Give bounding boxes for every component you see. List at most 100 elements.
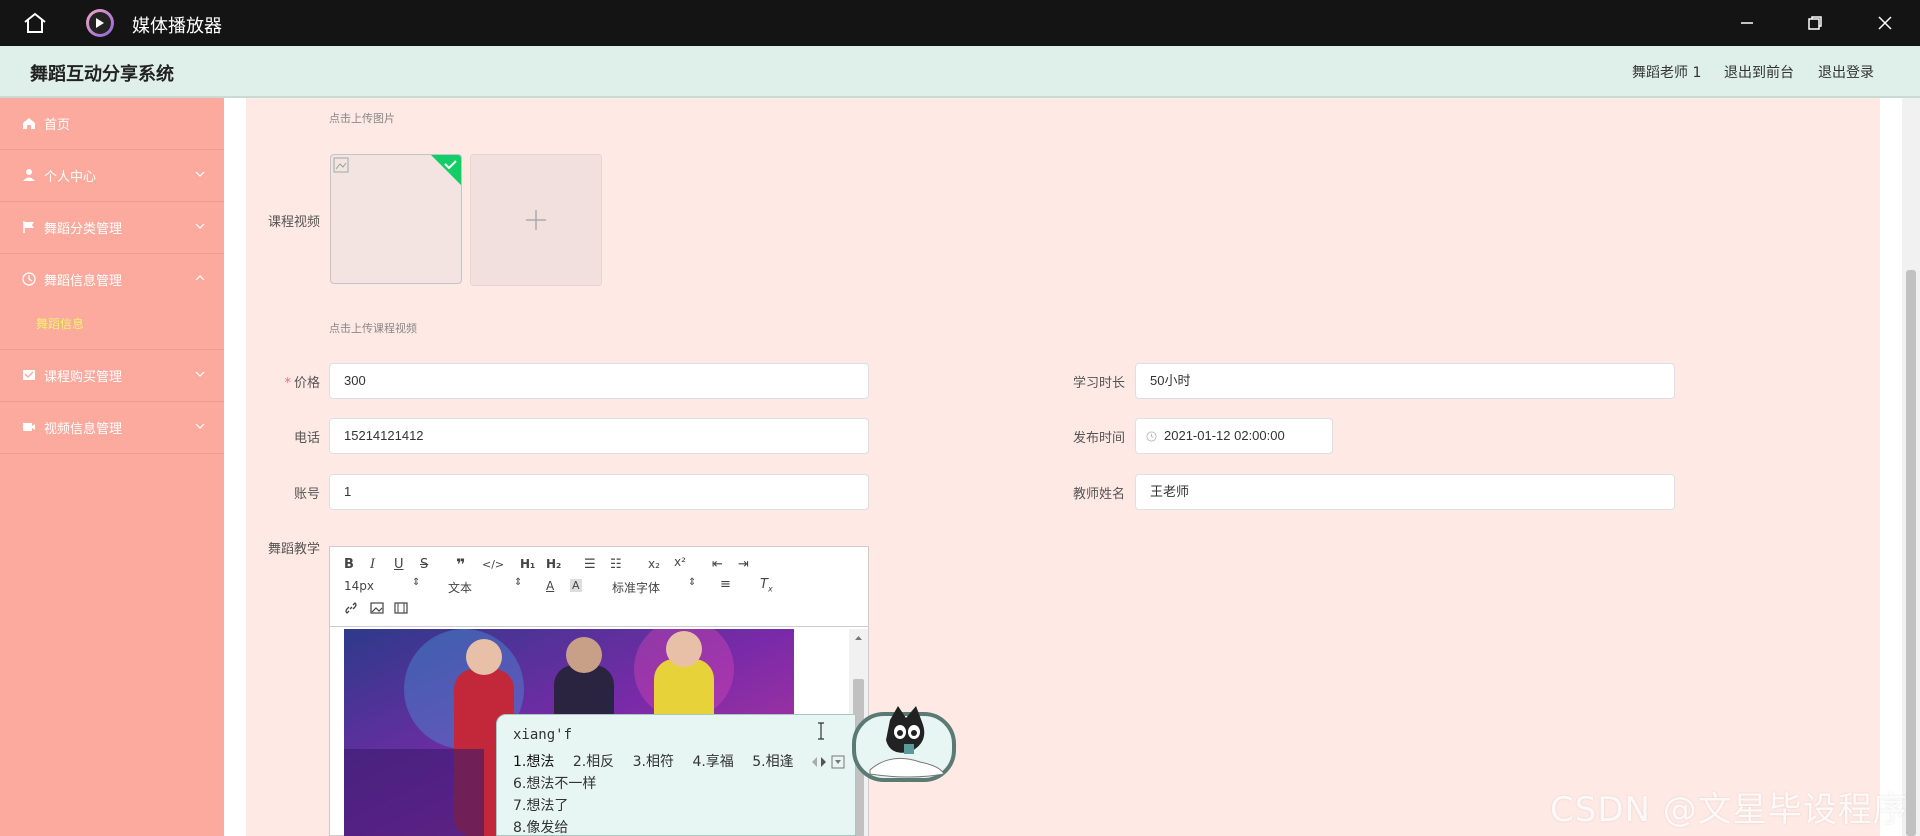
chevron-down-icon [195,171,205,177]
strike-button[interactable]: S [420,557,428,572]
minimize-button[interactable] [1734,10,1760,36]
select-arrows-icon: ⇕ [412,577,421,588]
font-size-select[interactable]: 14px [344,579,374,593]
plus-icon [526,210,546,230]
ime-candidate[interactable]: 2.相反 [573,751,614,771]
sidebar-item-dance-info[interactable]: 舞蹈信息管理 舞蹈信息 [0,254,224,350]
user-name-link[interactable]: 舞蹈老师 1 [1632,62,1701,82]
ordered-list-button[interactable]: ☰ [584,557,596,572]
account-label: 账号 [293,487,320,502]
clock-icon [1146,431,1157,442]
page-scrollbar-thumb[interactable] [1906,270,1916,836]
sidebar-item-home[interactable]: 首页 [0,98,224,150]
sidebar-subitem-dance-info[interactable]: 舞蹈信息 [36,315,84,332]
flag-icon [23,221,34,233]
sidebar-item-dance-category[interactable]: 舞蹈分类管理 [0,202,224,254]
indent-button[interactable]: ⇥ [738,557,749,572]
watermark: CSDN @文星毕设程序 [1550,790,1908,830]
window-titlebar: 媒体播放器 [0,0,1920,46]
font-family-select[interactable]: 标准字体 [612,579,660,596]
block-type-select[interactable]: 文本 [448,579,472,596]
price-label: * 价格 [284,376,320,391]
text-cursor-icon [818,722,824,740]
chevron-up-icon [195,275,205,281]
heading2-button[interactable]: H₂ [546,557,561,571]
sidebar-item-label: 视频信息管理 [44,422,123,437]
blockquote-button[interactable]: ❞ [456,555,465,574]
select-arrows-icon: ⇕ [514,577,523,588]
success-check-icon [431,155,461,185]
close-icon [1878,16,1892,30]
uploaded-video-thumbnail[interactable] [330,154,462,284]
sidebar: 首页 个人中心 舞蹈分类管理 舞蹈信息管理 舞蹈信息 课程购买管理 视频信息管理 [0,98,224,836]
back-to-front-link[interactable]: 退出到前台 [1724,62,1794,82]
ime-candidate[interactable]: 5.相逢 [752,751,793,771]
media-player-logo-icon [86,9,114,37]
underline-button[interactable]: U [394,557,404,572]
sidebar-item-label: 首页 [44,118,71,133]
course-video-label: 课程视频 [267,215,320,230]
upload-image-hint: 点击上传图片 [329,112,395,125]
select-arrows-icon: ⇕ [688,577,697,588]
ime-page-arrows-icon[interactable] [811,755,847,769]
sidebar-item-video-info[interactable]: 视频信息管理 [0,402,224,454]
superscript-button[interactable]: x² [674,555,686,569]
dance-teaching-label: 舞蹈教学 [267,542,320,557]
background-color-button[interactable]: A [570,579,582,592]
bullet-list-button[interactable]: ☷ [610,557,622,572]
sidebar-item-label: 舞蹈分类管理 [44,222,123,237]
publish-time-picker[interactable]: 2021-01-12 02:00:00 [1135,418,1333,454]
restore-button[interactable] [1802,10,1828,36]
ime-mascot-icon [852,706,956,782]
image-icon[interactable] [370,601,384,615]
minimize-icon [1741,22,1753,24]
font-color-button[interactable]: A [546,579,554,593]
ime-candidate[interactable]: 8.像发给 [513,817,568,836]
subscript-button[interactable]: x₂ [648,557,660,571]
chevron-down-icon [195,423,205,429]
code-block-button[interactable]: </> [482,558,504,571]
ime-candidate-row: 1.想法 2.相反 3.相符 4.享福 5.相逢 [513,751,808,771]
app-header: 舞蹈互动分享系统 舞蹈老师 1 退出到前台 退出登录 [0,46,1920,98]
phone-input[interactable]: 15214121412 [329,418,869,454]
upload-video-button[interactable] [470,154,602,286]
editor-toolbar: B I U S ❞ </> H₁ H₂ ☰ ☷ x₂ x² ⇤ ⇥ 14px ⇕… [330,547,868,627]
ime-candidate-window: xiang'f 1.想法 2.相反 3.相符 4.享福 5.相逢 6.想法不一样… [496,714,856,836]
outdent-button[interactable]: ⇤ [712,557,723,572]
ime-candidate[interactable]: 1.想法 [513,751,554,771]
ime-candidate[interactable]: 3.相符 [633,751,674,771]
user-icon [23,169,35,181]
bold-button[interactable]: B [344,557,354,572]
scroll-up-icon [855,636,862,640]
publish-time-value: 2021-01-12 02:00:00 [1164,428,1285,443]
cart-icon [23,370,35,380]
video-icon[interactable] [394,601,408,615]
publish-time-label: 发布时间 [1072,431,1125,446]
duration-input[interactable]: 50小时 [1135,363,1675,399]
ime-candidate[interactable]: 6.想法不一样 [513,773,596,793]
align-button[interactable]: ≡ [720,577,731,592]
restore-icon [1808,16,1822,30]
chevron-down-icon [195,223,205,229]
home-icon[interactable] [22,11,48,35]
duration-label: 学习时长 [1072,376,1125,391]
italic-button[interactable]: I [370,557,375,572]
price-input[interactable]: 300 [329,363,869,399]
clear-format-button[interactable]: Tx [760,577,773,594]
video-icon [23,423,35,431]
ime-candidate[interactable]: 7.想法了 [513,795,568,815]
window-title: 媒体播放器 [132,16,222,37]
sidebar-item-personal-center[interactable]: 个人中心 [0,150,224,202]
ime-candidate[interactable]: 4.享福 [692,751,733,771]
close-button[interactable] [1872,10,1898,36]
account-input[interactable]: 1 [329,474,869,510]
sidebar-item-label: 舞蹈信息管理 [44,274,123,289]
link-icon[interactable] [344,601,358,615]
heading1-button[interactable]: H₁ [520,557,535,571]
home-icon [23,118,35,129]
logout-link[interactable]: 退出登录 [1818,62,1874,82]
ime-composition: xiang'f [513,727,573,743]
sidebar-item-course-purchase[interactable]: 课程购买管理 [0,350,224,402]
teacher-name-label: 教师姓名 [1072,487,1125,502]
teacher-name-input[interactable]: 王老师 [1135,474,1675,510]
